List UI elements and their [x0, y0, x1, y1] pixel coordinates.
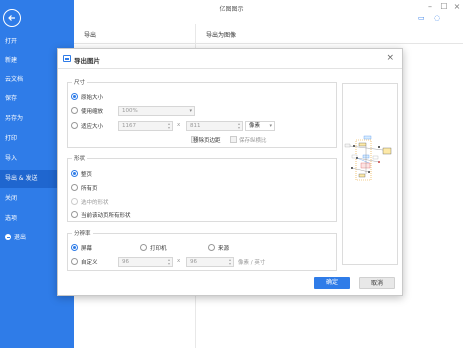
stepper-icon: ▴ ▾ [237, 121, 240, 130]
all-pages-label: 所有页 [81, 186, 98, 192]
share-icon[interactable]: ◌ [434, 14, 440, 22]
chevron-down-icon: ▾ [269, 123, 272, 129]
diagram-preview-image [344, 135, 392, 181]
keep-ratio-label: 保存纵横比 [239, 138, 267, 144]
unit-value: 像素 [249, 123, 261, 129]
source-radio[interactable] [208, 244, 215, 251]
fit-size-label: 适应大小 [81, 124, 104, 130]
minimize-button[interactable]: – [424, 2, 436, 12]
dpi-y-field[interactable]: 96 ▴ ▾ [186, 257, 234, 267]
ok-button[interactable]: 确定 [314, 277, 350, 289]
dpi-x-field[interactable]: 96 ▴ ▾ [118, 257, 173, 267]
size-x-label: x [177, 122, 181, 128]
whole-page-radio[interactable] [71, 170, 78, 177]
custom-resolution-label: 自定义 [81, 260, 98, 266]
current-page-shapes-radio[interactable] [71, 211, 78, 218]
main-header: 导出 导出为图像 [74, 24, 463, 44]
scale-label: 使用缩放 [81, 109, 104, 115]
stepper-icon: ▴ ▾ [167, 121, 170, 130]
selected-shapes-label: 选中的形状 [81, 200, 109, 206]
width-field[interactable]: 1167 ▴ ▾ [118, 121, 173, 131]
arrow-left-icon [8, 15, 15, 21]
custom-resolution-radio[interactable] [71, 258, 78, 265]
size-group-label: 尺寸 [72, 78, 88, 86]
source-label: 来源 [218, 246, 230, 252]
stepper-icon: ▴ ▾ [228, 257, 231, 266]
screen-radio[interactable] [71, 244, 78, 251]
comment-icon[interactable]: ▭ [418, 14, 425, 22]
height-field[interactable]: 811 ▴ ▾ [186, 121, 243, 131]
unit-select[interactable]: 像素 ▾ [245, 121, 275, 131]
export-heading: 导出 [84, 32, 97, 39]
export-image-dialog: 导出图片 × 尺寸 原始大小 使用缩放 100% ▾ 适应大小 1167 ▴ ▾ x … [57, 48, 403, 296]
chevron-down-icon: ▾ [189, 108, 192, 114]
width-value: 1167 [122, 123, 136, 129]
dialog-title-bar: 导出图片 × [58, 49, 402, 69]
exit-label: 退出 [14, 234, 27, 241]
dialog-title: 导出图片 [74, 57, 100, 65]
close-window-button[interactable]: × [451, 2, 463, 12]
printer-label: 打印机 [150, 246, 167, 252]
scale-value: 100% [122, 108, 138, 114]
scale-select[interactable]: 100% ▾ [118, 106, 195, 116]
dpi-y-value: 96 [190, 259, 197, 265]
exit-icon [5, 234, 11, 240]
cancel-button[interactable]: 取消 [359, 277, 395, 289]
image-icon [63, 55, 71, 62]
maximize-button[interactable]: ☐ [438, 2, 450, 12]
dialog-close-button[interactable]: × [386, 53, 394, 63]
screen-label: 屏幕 [81, 246, 93, 252]
original-size-radio[interactable] [71, 93, 78, 100]
back-button[interactable] [3, 9, 21, 27]
resolution-group-label: 分辨率 [72, 229, 93, 237]
export-image-heading: 导出为图像 [206, 32, 237, 39]
original-size-label: 原始大小 [81, 95, 104, 101]
dpi-x-label: x [177, 258, 181, 264]
height-value: 811 [190, 123, 201, 129]
dpi-x-value: 96 [122, 259, 129, 265]
keep-ratio-checkbox[interactable] [230, 136, 237, 143]
dpi-unit-label: 像素 / 英寸 [238, 260, 266, 266]
fit-size-radio[interactable] [71, 122, 78, 129]
all-pages-radio[interactable] [71, 184, 78, 191]
selected-shapes-radio[interactable] [71, 198, 78, 205]
remove-margin-label: 移除页边距 [193, 138, 221, 144]
scale-radio[interactable] [71, 107, 78, 114]
preview-panel [342, 83, 398, 265]
current-page-shapes-label: 当前该动页所有形状 [81, 213, 131, 219]
stepper-icon: ▴ ▾ [167, 257, 170, 266]
printer-radio[interactable] [140, 244, 147, 251]
whole-page-label: 整页 [81, 172, 93, 178]
shape-group-label: 形状 [72, 154, 88, 162]
